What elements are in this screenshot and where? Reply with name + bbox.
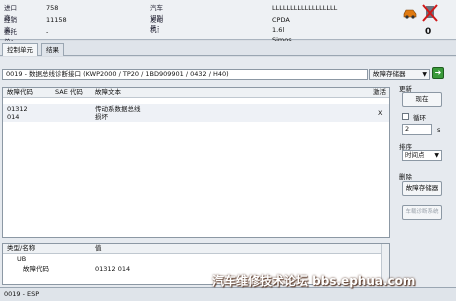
- watermark: 汽车维修技术论坛 bbs.ephua.com: [212, 274, 416, 288]
- port-value: 758: [46, 4, 59, 12]
- delete-label: 删除: [399, 173, 412, 181]
- fault-code-line1: 01312: [7, 105, 28, 113]
- active-flag: X: [378, 109, 383, 117]
- fault-memory-dropdown-label: 故障存储器: [373, 70, 406, 78]
- arrow-right-icon: ➜: [434, 68, 442, 77]
- tab-control-unit[interactable]: 控制单元: [2, 43, 38, 56]
- disconnected-icon[interactable]: [422, 4, 438, 22]
- go-button[interactable]: ➜: [432, 67, 444, 79]
- vin-value: LLLLLLLLLLLLLLLLLL: [272, 4, 338, 12]
- status-icons: 0: [402, 3, 446, 37]
- controller-select[interactable]: 0019 - 数据总线诊断接口 (KWP2000 / TP20 / 1BD909…: [2, 69, 368, 80]
- tab-results[interactable]: 结果: [41, 43, 64, 56]
- now-button[interactable]: 现在: [402, 92, 442, 107]
- fault-memory-dropdown[interactable]: 故障存储器 ▼: [369, 69, 430, 80]
- col-sae-code[interactable]: SAE 代码: [55, 88, 83, 97]
- loop-checkbox[interactable]: [402, 113, 409, 120]
- status-text: 0019 - ESP: [4, 290, 40, 298]
- col-active[interactable]: 激活: [373, 88, 386, 97]
- property-name: 故障代码: [23, 265, 49, 273]
- sort-dropdown[interactable]: 时间点 ▼: [402, 150, 442, 161]
- property-grid-header: 类型/名称 值: [3, 244, 389, 254]
- fault-table-header: 故障代码 SAE 代码 故障文本 激活: [3, 88, 389, 98]
- interval-unit: s: [437, 126, 441, 134]
- col-value[interactable]: 值: [95, 244, 102, 253]
- tab-bar: 控制单元 结果: [0, 41, 456, 56]
- chevron-down-icon: ▼: [422, 71, 427, 78]
- engine-label: 发动机：: [150, 16, 163, 34]
- property-name: UB: [17, 255, 27, 263]
- fault-text-line2: 损坏: [95, 113, 108, 121]
- sort-dropdown-value: 时间点: [405, 151, 425, 159]
- delete-fault-memory-button[interactable]: 故障存储器: [402, 181, 442, 196]
- fault-text-line1: 传动系数据总线: [95, 105, 141, 113]
- fault-code-line2: 014: [7, 113, 20, 121]
- col-type-name[interactable]: 类型/名称: [7, 244, 35, 253]
- counter-value: 0: [425, 27, 432, 37]
- loop-label: 循环: [413, 114, 426, 122]
- interval-spinner[interactable]: 2: [402, 124, 432, 135]
- main-panel: 0019 - 数据总线诊断接口 (KWP2000 / TP20 / 1BD909…: [0, 57, 456, 287]
- fault-table: 故障代码 SAE 代码 故障文本 激活 01312 014 传动系数据总线 损坏…: [2, 87, 390, 238]
- col-fault-code[interactable]: 故障代码: [7, 88, 33, 97]
- property-value: 01312 014: [95, 265, 131, 273]
- dealer-value: 11158: [46, 16, 67, 24]
- delete-onboard-diagnostics-button[interactable]: 车载诊断系统: [402, 205, 442, 220]
- list-item[interactable]: UB: [3, 255, 389, 264]
- car-icon[interactable]: [402, 7, 418, 19]
- col-fault-text[interactable]: 故障文本: [95, 88, 121, 97]
- side-panel: 更新 现在 循环 2 s 排序 时间点 ▼ 删除 故障存储器 车载诊断系统: [394, 83, 450, 283]
- chevron-down-icon: ▼: [434, 152, 439, 159]
- table-row[interactable]: 01312 014 传动系数据总线 损坏 X: [3, 104, 389, 122]
- vehicle-info-bar: 进口商： 758 经销商： 11158 委托单： --- 汽车识别号： LLLL…: [0, 0, 456, 64]
